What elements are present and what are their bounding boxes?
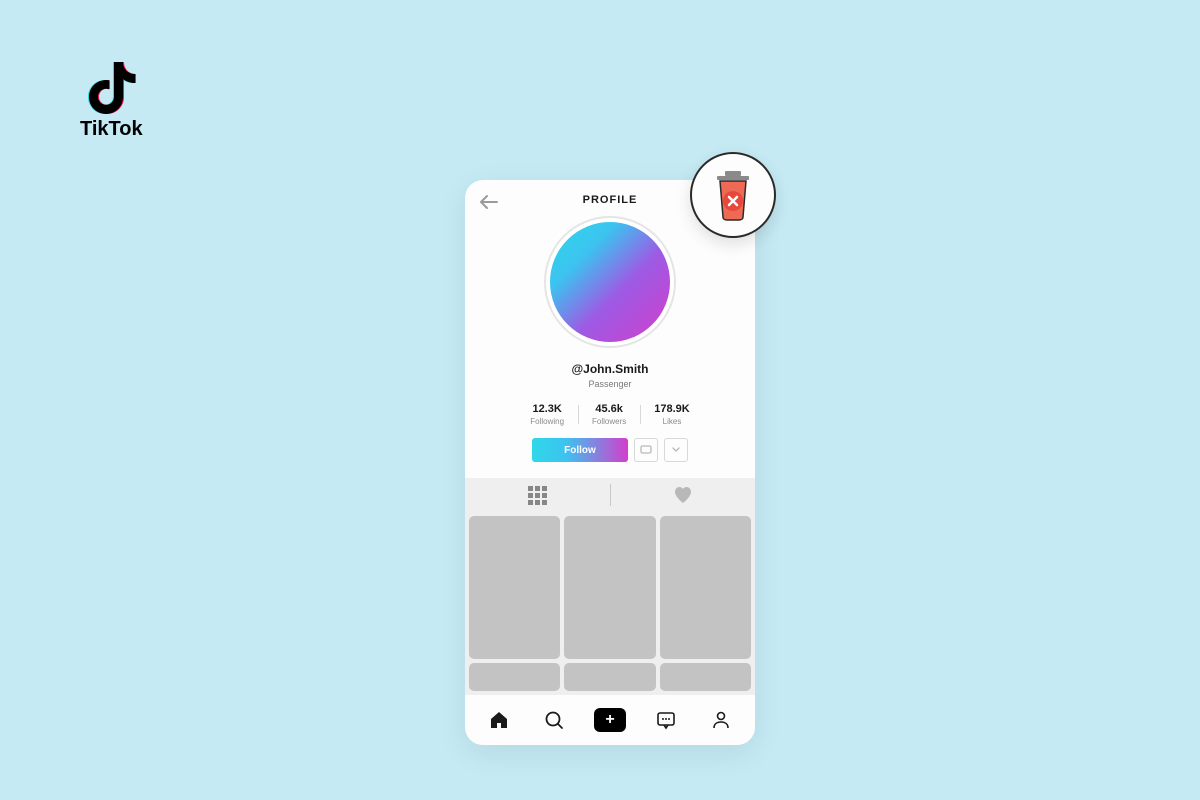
video-tile[interactable] <box>660 516 751 659</box>
nav-profile[interactable] <box>705 709 737 731</box>
search-icon <box>543 709 565 731</box>
video-tile[interactable] <box>564 663 655 691</box>
username: @John.Smith <box>465 362 755 376</box>
message-icon <box>640 445 652 455</box>
dropdown-button[interactable] <box>664 438 688 462</box>
nav-create[interactable]: + <box>594 708 626 732</box>
stats-row: 12.3K Following 45.6k Followers 178.9K L… <box>465 403 755 426</box>
avatar[interactable] <box>550 222 670 342</box>
video-tile[interactable] <box>660 663 751 691</box>
nav-discover[interactable] <box>538 709 570 731</box>
profile-card: PROFILE @John.Smith Passenger 12.3K Foll… <box>465 180 755 745</box>
chevron-down-icon <box>672 447 680 453</box>
video-tile[interactable] <box>469 516 560 659</box>
arrow-left-icon <box>479 194 499 210</box>
stat-label: Followers <box>592 417 626 426</box>
nav-home[interactable] <box>483 709 515 731</box>
inbox-icon <box>655 709 677 731</box>
trash-icon <box>709 169 757 221</box>
stat-value: 12.3K <box>530 403 564 415</box>
content-tabs <box>465 478 755 512</box>
message-button[interactable] <box>634 438 658 462</box>
plus-icon: + <box>605 711 614 729</box>
stat-label: Following <box>530 417 564 426</box>
stat-following[interactable]: 12.3K Following <box>516 403 578 426</box>
tiktok-note-icon <box>86 60 136 116</box>
follow-button[interactable]: Follow <box>532 438 628 462</box>
tiktok-wordmark: TikTok <box>80 118 143 141</box>
nav-inbox[interactable] <box>650 709 682 731</box>
tiktok-logo: TikTok <box>80 60 143 141</box>
heart-icon <box>673 486 693 504</box>
bottom-nav: + <box>465 695 755 745</box>
back-button[interactable] <box>479 194 499 215</box>
stat-value: 178.9K <box>654 403 689 415</box>
home-icon <box>488 709 510 731</box>
video-tile[interactable] <box>469 663 560 691</box>
tab-liked[interactable] <box>610 478 755 512</box>
avatar-container <box>465 216 755 348</box>
stat-label: Likes <box>654 417 689 426</box>
profile-icon <box>710 709 732 731</box>
stat-likes[interactable]: 178.9K Likes <box>640 403 703 426</box>
user-subtitle: Passenger <box>465 379 755 389</box>
page-title: PROFILE <box>583 194 638 206</box>
video-grid <box>465 512 755 695</box>
grid-row <box>469 516 751 659</box>
create-button: + <box>594 708 626 732</box>
action-row: Follow <box>465 438 755 462</box>
grid-icon <box>528 486 547 505</box>
avatar-ring <box>544 216 676 348</box>
stat-followers[interactable]: 45.6k Followers <box>578 403 640 426</box>
stat-value: 45.6k <box>592 403 626 415</box>
grid-row <box>469 663 751 691</box>
delete-badge[interactable] <box>690 152 776 238</box>
tab-grid[interactable] <box>465 478 610 512</box>
video-tile[interactable] <box>564 516 655 659</box>
